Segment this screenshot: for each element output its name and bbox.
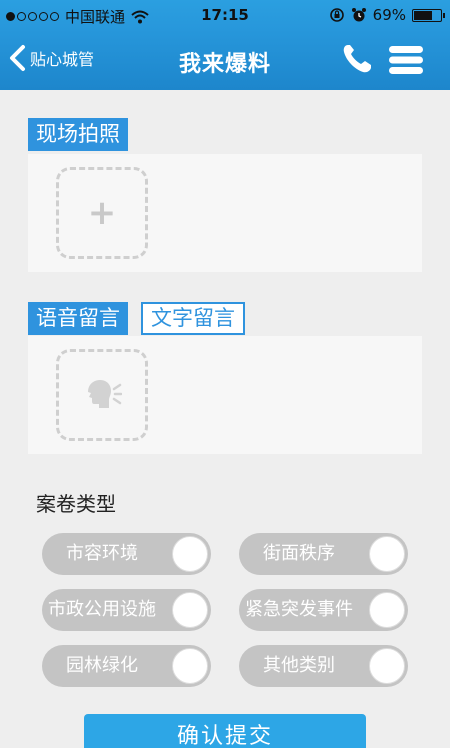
add-photo-button[interactable]: + [56,167,148,259]
submit-button[interactable]: 确认提交 [84,714,366,748]
menu-icon[interactable] [388,43,424,77]
case-option-other[interactable]: 其他类别 [239,645,408,687]
report-form: 现场拍照 + 语音留言 文字留言 案卷类型 市容环境 街面秩序 市政公用设施 紧… [0,90,450,748]
photo-panel: + [28,154,422,272]
status-bar: 中国联通 17:15 69% [0,0,450,30]
alarm-clock-icon [351,8,366,22]
rotation-lock-icon [329,8,344,22]
case-option-label: 园林绿化 [66,655,138,676]
toggle-knob [369,592,405,628]
toggle-knob [172,592,208,628]
photo-section-label: 现场拍照 [28,118,128,151]
phone-icon[interactable] [340,42,374,76]
case-option-landscaping[interactable]: 园林绿化 [42,645,211,687]
record-voice-button[interactable] [56,349,148,441]
voice-panel [28,336,422,454]
nav-bar: 贴心城管 我来爆料 [0,30,450,90]
toggle-knob [172,648,208,684]
case-option-label: 街面秩序 [263,543,335,564]
voice-speaking-icon [88,380,122,408]
case-option-label: 紧急突发事件 [245,599,353,620]
plus-icon: + [87,193,117,233]
tab-text-message[interactable]: 文字留言 [141,302,245,335]
case-option-street-order[interactable]: 街面秩序 [239,533,408,575]
case-option-label: 市政公用设施 [48,599,156,620]
tab-voice-message[interactable]: 语音留言 [28,302,128,335]
case-option-emergency[interactable]: 紧急突发事件 [239,589,408,631]
toggle-knob [172,536,208,572]
case-option-public-facilities[interactable]: 市政公用设施 [42,589,211,631]
case-type-title: 案卷类型 [36,492,116,516]
case-option-label: 其他类别 [263,655,335,676]
battery-percent: 69% [372,6,406,24]
toggle-knob [369,648,405,684]
case-option-city-appearance[interactable]: 市容环境 [42,533,211,575]
battery-icon [412,8,445,22]
case-option-label: 市容环境 [66,543,138,564]
page-title: 我来爆料 [178,52,271,77]
toggle-knob [369,536,405,572]
